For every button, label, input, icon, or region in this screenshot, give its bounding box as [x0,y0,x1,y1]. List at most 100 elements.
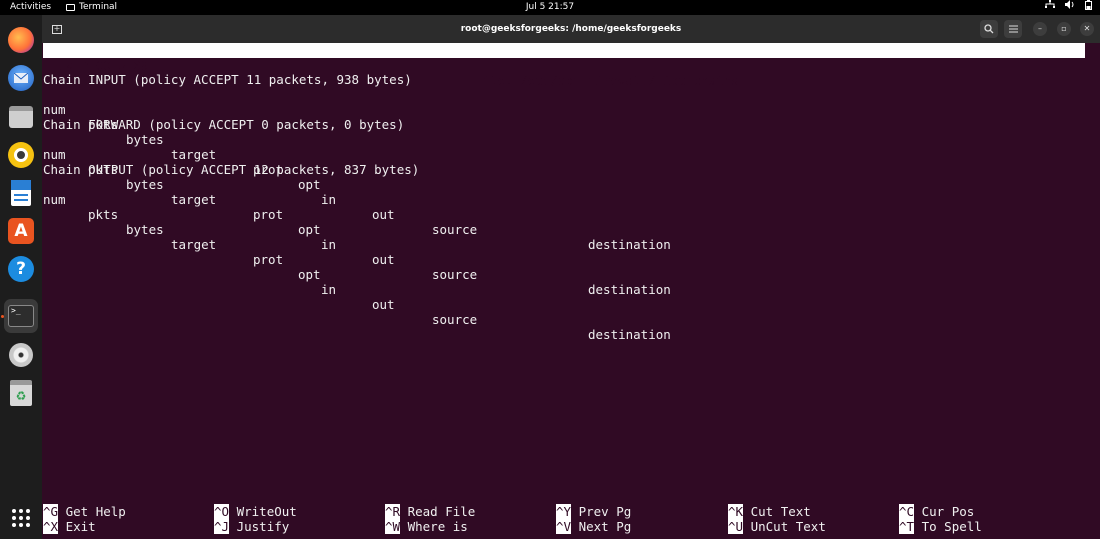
app-menu-label: Terminal [79,2,118,12]
col-num: num [43,192,66,207]
col-target: target [171,147,217,162]
shortcut-label: Get Help [65,504,126,519]
app-menu[interactable]: Terminal [66,0,117,15]
network-icon [1045,0,1055,15]
dock-files[interactable] [4,100,38,134]
col-source: source [432,222,478,237]
shortcut-to-spell[interactable]: ^T To Spell [899,519,982,534]
shortcut-label: Justify [236,519,290,534]
help-icon: ? [8,256,34,282]
shortcut-read-file[interactable]: ^R Read File [385,504,475,519]
terminal-content[interactable]: UW PICO 5.09 File: /etc/apf-firewall/.ip… [42,43,1100,539]
maximize-button[interactable]: ▫ [1057,22,1071,36]
col-in: in [321,237,337,252]
col-opt: opt [298,267,321,282]
shortcut-key: ^O [214,504,230,519]
dock: A ? >_ ♻ [0,15,42,539]
dock-rhythmbox[interactable] [4,138,38,172]
shortcut-label: WriteOut [236,504,297,519]
window-title: root@geeksforgeeks: /home/geeksforgeeks [460,24,682,34]
shortcut-get-help[interactable]: ^G Get Help [43,504,126,519]
shortcut-key: ^J [214,519,230,534]
system-tray[interactable] [1045,0,1092,15]
shortcut-label: Next Pg [578,519,632,534]
col-prot: prot [253,207,284,222]
pico-file-name: File: /etc/apf-firewall/.ipt.chains [475,73,739,88]
shortcut-where-is[interactable]: ^W Where is [385,519,468,534]
col-destination: destination [588,327,671,342]
shortcut-uncut-text[interactable]: ^U UnCut Text [728,519,826,534]
shortcut-key: ^K [728,504,744,519]
col-in: in [321,192,337,207]
shortcut-exit[interactable]: ^X Exit [43,519,96,534]
shortcut-key: ^R [385,504,401,519]
col-target: target [171,237,217,252]
battery-icon [1085,0,1092,16]
volume-icon [1065,0,1075,15]
search-icon [984,24,994,34]
close-button[interactable]: ✕ [1080,22,1094,36]
col-in: in [321,282,337,297]
dock-firefox[interactable] [4,23,38,57]
col-out: out [372,252,395,267]
shortcut-key: ^U [728,519,744,534]
shortcut-label: To Spell [921,519,982,534]
firefox-icon [8,27,34,53]
app-grid-icon [12,509,30,527]
menu-button[interactable] [1004,20,1022,38]
close-icon: ✕ [1083,24,1091,33]
dock-writer[interactable] [4,176,38,210]
chain-forward-title: Chain FORWARD (policy ACCEPT 0 packets, … [43,117,405,132]
dock-thunderbird[interactable] [4,61,38,95]
minimize-button[interactable]: – [1033,22,1047,36]
shortcut-label: Where is [407,519,468,534]
shortcut-cut-text[interactable]: ^K Cut Text [728,504,811,519]
window-titlebar[interactable]: + root@geeksforgeeks: /home/geeksforgeek… [42,15,1100,43]
software-icon: A [8,218,34,244]
shortcut-justify[interactable]: ^J Justify [214,519,289,534]
rhythmbox-icon [8,142,34,168]
running-indicator [1,315,4,318]
shortcut-key: ^G [43,504,59,519]
activities-button[interactable]: Activities [10,0,51,15]
shortcut-key: ^Y [556,504,572,519]
search-button[interactable] [980,20,998,38]
col-bytes: bytes [126,222,164,237]
col-target: target [171,192,217,207]
dock-trash[interactable]: ♻ [4,376,38,410]
disc-icon [9,343,33,367]
thunderbird-icon [8,65,34,91]
shortcut-writeout[interactable]: ^O WriteOut [214,504,297,519]
shortcut-key: ^X [43,519,59,534]
col-out: out [372,207,395,222]
chain-forward-columns: num pkts bytes target prot opt in out so… [43,132,1043,297]
shortcut-label: Prev Pg [578,504,632,519]
dock-disc[interactable] [4,338,38,372]
shortcut-label: Read File [407,504,476,519]
shortcut-label: Cur Pos [921,504,975,519]
chain-input-columns: num pkts bytes target prot opt in out so… [43,87,1043,252]
dock-show-apps[interactable] [4,501,38,535]
dock-terminal[interactable]: >_ [4,299,38,333]
terminal-small-icon [66,4,75,11]
chain-output-columns: num pkts bytes target prot opt in out so… [43,177,1043,342]
col-pkts: pkts [88,207,119,222]
dock-software[interactable]: A [4,214,38,248]
col-source: source [432,312,478,327]
maximize-icon: ▫ [1061,24,1067,33]
top-bar: Activities Terminal Jul 5 21:57 [0,0,1100,15]
shortcut-key: ^T [899,519,915,534]
shortcut-label: Cut Text [750,504,811,519]
pico-version: UW PICO 5.09 [58,58,149,73]
chain-output-title: Chain OUTPUT (policy ACCEPT 12 packets, … [43,162,420,177]
dock-help[interactable]: ? [4,252,38,286]
shortcut-key: ^V [556,519,572,534]
shortcut-key: ^W [385,519,401,534]
clock[interactable]: Jul 5 21:57 [526,2,574,12]
col-source: source [432,267,478,282]
col-opt: opt [298,222,321,237]
shortcut-next-pg[interactable]: ^V Next Pg [556,519,631,534]
shortcut-cur-pos[interactable]: ^C Cur Pos [899,504,974,519]
shortcut-prev-pg[interactable]: ^Y Prev Pg [556,504,631,519]
minimize-icon: – [1038,24,1042,33]
